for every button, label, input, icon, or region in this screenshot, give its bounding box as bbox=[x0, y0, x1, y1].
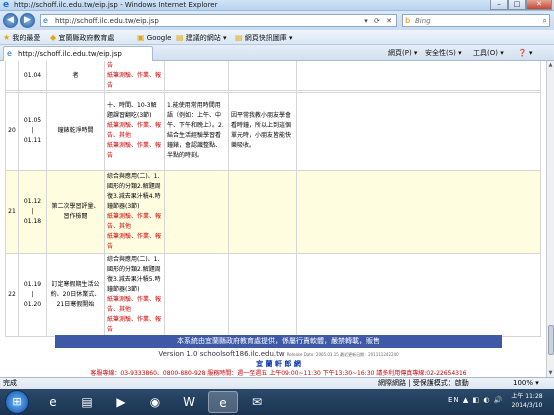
footer-version: Version 1.0 schoolsoft186.ilc.edu.tw Rel… bbox=[158, 350, 399, 358]
table-row: 22 01.19 | 01.20 訂定寒假期生活公約、20日休業式、21日寒假開… bbox=[5, 253, 541, 337]
status-bar: 完成 網際網路 | 受保護模式：啟動 100% ▾ bbox=[0, 377, 554, 389]
tab-bar: e http://schoff.ilc.edu.tw/eip.jsp 網頁(P)… bbox=[0, 45, 554, 61]
word-taskbar-icon[interactable]: W bbox=[174, 391, 204, 413]
row-content: 綜合與應用(二)、1.國形的分類2.解題周復3.減去果汁積4.時鐘節器(3節) … bbox=[104, 170, 165, 254]
bing-icon: b bbox=[405, 16, 411, 25]
table-row: 21 01.12 | 01.18 第二次學習評量、習作檢閱 綜合與應用(二)、1… bbox=[5, 170, 541, 254]
address-url[interactable]: http://schoff.ilc.edu.tw/eip.jsp bbox=[55, 16, 159, 26]
star-icon: ★ bbox=[3, 33, 11, 42]
start-button[interactable]: ⊞ bbox=[5, 390, 29, 414]
footer-notice: 本系統由宜蘭縣政府教育處提供，係屬行責軟體，嚴禁轉載，販售 bbox=[55, 335, 502, 348]
chrome-taskbar-icon[interactable]: ◉ bbox=[140, 391, 170, 413]
site-footer: 本系統由宜蘭縣政府教育處提供，係屬行責軟體，嚴禁轉載，販售 Version 1.… bbox=[55, 335, 502, 377]
media-player-taskbar-icon[interactable]: ▶ bbox=[106, 391, 136, 413]
zoom-level[interactable]: 100% ▾ bbox=[513, 378, 539, 389]
row-unit: 第二次學習評量、習作檢閱 bbox=[46, 170, 105, 254]
row-unit: 訂定寒假期生活公約、20日休業式、21日寒假開始 bbox=[46, 253, 105, 337]
row-date: 01.04 bbox=[18, 61, 47, 93]
row-goal bbox=[164, 170, 229, 254]
favorites-item-suggested[interactable]: ▤ 建議的網站 ▾ bbox=[176, 32, 227, 43]
window-title: http://schoff.ilc.edu.tw/eip.jsp - Windo… bbox=[14, 1, 218, 9]
row-content: 十、時間、10-3解題課習翻吃(3節) 紙筆測驗、作業、報告、其他 紙筆測驗、作… bbox=[104, 90, 165, 171]
row-note bbox=[228, 170, 297, 254]
app-taskbar-icon[interactable]: ✉ bbox=[242, 391, 272, 413]
row-number: 22 bbox=[5, 253, 19, 337]
maximize-button[interactable]: □ bbox=[508, 0, 526, 10]
row-number: 20 bbox=[5, 90, 19, 171]
row-content: 綜合與應用(二)、1.國形的分類2.解題周復3.減去果汁積5.時鐘節器(3節) … bbox=[104, 253, 165, 337]
row-content: 告 紙筆測驗、作業、報告 bbox=[104, 61, 165, 93]
taskbar-clock[interactable]: 上午 11:28 2014/3/10 bbox=[502, 392, 552, 410]
row-note bbox=[228, 253, 297, 337]
ie-taskbar-icon[interactable]: e bbox=[38, 391, 68, 413]
tools-menu[interactable]: 工具(O) ▾ bbox=[473, 48, 504, 58]
forward-button[interactable]: ▶ bbox=[20, 13, 35, 28]
suggested-sites-icon: ▤ bbox=[176, 33, 184, 42]
row-note: 因平常我教小朋友學會看時鐘，所以上到這個單元時，小朋友皆能快樂吸收。 bbox=[228, 90, 297, 171]
address-row: ◀ ▶ e http://schoff.ilc.edu.tw/eip.jsp ▾… bbox=[0, 11, 554, 30]
favorites-item-google[interactable]: ▣ Google bbox=[137, 32, 171, 43]
window-controls: – □ ✕ bbox=[490, 0, 552, 10]
footer-service-hours: 客服專線：03-9333860、0800-880-928 服務時間：週一至週五 … bbox=[90, 370, 467, 377]
schedule-table-top: 01.04 者 告 紙筆測驗、作業、報告 bbox=[5, 61, 541, 93]
page-icon: e bbox=[43, 16, 48, 25]
scroll-down-icon[interactable]: ▼ bbox=[547, 369, 554, 377]
search-input[interactable] bbox=[415, 16, 533, 26]
row-unit: 者 bbox=[46, 61, 105, 93]
row-number bbox=[5, 61, 19, 93]
scroll-thumb[interactable] bbox=[548, 325, 554, 355]
row-unit: 鐘錶乾淨時間 bbox=[46, 90, 105, 171]
page-content: 01.04 者 告 紙筆測驗、作業、報告 20 01.05 | 01.11 鐘錶… bbox=[0, 61, 546, 377]
row-goal bbox=[164, 253, 229, 337]
safety-menu[interactable]: 安全性(S) ▾ bbox=[425, 48, 462, 58]
help-menu[interactable]: ❓ ▾ bbox=[518, 48, 532, 58]
webslice-icon: ▤ bbox=[235, 33, 243, 42]
row-date: 01.05 | 01.11 bbox=[18, 90, 47, 171]
footer-release: Release Date: 2005.03.15 最近更新日期：20111124… bbox=[286, 352, 399, 357]
vertical-scrollbar[interactable]: ▲ ▼ bbox=[546, 61, 554, 377]
favorites-button[interactable]: ★ 我的最愛 bbox=[3, 32, 40, 43]
window-titlebar: e http://schoff.ilc.edu.tw/eip.jsp - Win… bbox=[0, 0, 554, 11]
row-date: 01.12 | 01.18 bbox=[18, 170, 47, 254]
favorites-bar: ★ 我的最愛 ◆ 宜蘭縣政府教育處 ▣ Google ▤ 建議的網站 ▾ ▤ 網… bbox=[0, 30, 554, 45]
tab-current[interactable]: e http://schoff.ilc.edu.tw/eip.jsp bbox=[3, 46, 153, 61]
status-text: 完成 bbox=[3, 379, 17, 387]
schedule-table: 20 01.05 | 01.11 鐘錶乾淨時間 十、時間、10-3解題課習翻吃(… bbox=[5, 90, 541, 337]
taskbar: ⊞ e ▤ ▶ ◉ W e ✉ EN ▲ ◧ ◐ 🔊 上午 11:28 2014… bbox=[0, 389, 554, 415]
link-icon: ◆ bbox=[50, 33, 57, 42]
explorer-taskbar-icon[interactable]: ▤ bbox=[72, 391, 102, 413]
row-date: 01.19 | 01.20 bbox=[18, 253, 47, 337]
row-goal: 1.能使用常用時間用語（例如：上午、中午、下午和晚上）。2.結合生活經驗學習看鐘… bbox=[164, 90, 229, 171]
minimize-button[interactable]: – bbox=[490, 0, 508, 10]
page-icon: e bbox=[7, 49, 12, 58]
close-button[interactable]: ✕ bbox=[526, 0, 552, 10]
system-tray[interactable]: EN ▲ ◧ ◐ 🔊 bbox=[448, 396, 503, 404]
search-icon[interactable]: ⌕ bbox=[543, 15, 547, 26]
search-box[interactable]: b ⌕ bbox=[402, 14, 550, 27]
footer-service-title[interactable]: 宜 蘭 軒 郎 網 bbox=[55, 360, 502, 369]
back-button[interactable]: ◀ bbox=[3, 13, 18, 28]
ie-window-taskbar-icon[interactable]: e bbox=[208, 391, 238, 413]
table-row: 20 01.05 | 01.11 鐘錶乾淨時間 十、時間、10-3解題課習翻吃(… bbox=[5, 90, 541, 171]
security-zone[interactable]: 網際網路 | 受保護模式：啟動 bbox=[378, 378, 469, 389]
google-icon: ▣ bbox=[137, 33, 145, 42]
ie-logo-icon: e bbox=[3, 0, 10, 10]
address-bar[interactable]: e http://schoff.ilc.edu.tw/eip.jsp ▾ ⟳ ✕ bbox=[40, 14, 397, 27]
row-number: 21 bbox=[5, 170, 19, 254]
page-menu[interactable]: 網頁(P) ▾ bbox=[388, 48, 417, 58]
favorites-item-webslices[interactable]: ▤ 網頁快訊圖庫 ▾ bbox=[235, 32, 293, 43]
table-row: 01.04 者 告 紙筆測驗、作業、報告 bbox=[5, 61, 541, 93]
address-actions[interactable]: ▾ ⟳ ✕ bbox=[364, 16, 394, 26]
favorites-item-education[interactable]: ◆ 宜蘭縣政府教育處 bbox=[50, 32, 114, 43]
scroll-up-icon[interactable]: ▲ bbox=[547, 61, 554, 69]
